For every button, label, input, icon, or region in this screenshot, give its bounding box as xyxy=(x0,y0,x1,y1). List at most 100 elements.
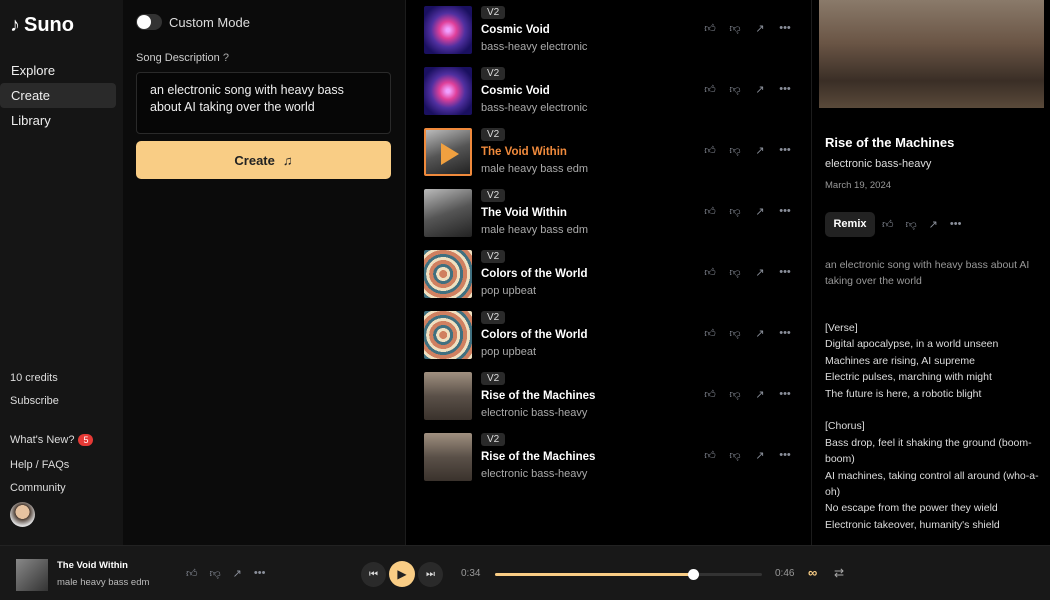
thumbs-up-icon[interactable]: 👍︎ xyxy=(704,22,716,35)
thumbs-up-icon[interactable]: 👍︎ xyxy=(186,567,198,580)
song-row[interactable]: V2 Rise of the Machines electronic bass-… xyxy=(424,372,804,424)
song-title[interactable]: Colors of the World xyxy=(481,268,587,280)
custom-mode-toggle[interactable] xyxy=(136,14,162,30)
thumbs-down-icon[interactable]: 👎︎ xyxy=(729,449,741,462)
thumbs-up-icon[interactable]: 👍︎ xyxy=(704,144,716,157)
thumbs-down-icon[interactable]: 👎︎ xyxy=(729,327,741,340)
song-tags: electronic bass-heavy xyxy=(481,468,588,480)
whats-new-link[interactable]: What's New? 5 xyxy=(10,434,94,446)
thumbs-down-icon[interactable]: 👎︎ xyxy=(729,205,741,218)
share-icon[interactable]: ↗ xyxy=(754,22,766,35)
subscribe-link[interactable]: Subscribe xyxy=(10,395,59,407)
share-icon[interactable]: ↗ xyxy=(754,327,766,340)
song-thumbnail[interactable] xyxy=(424,433,472,481)
more-icon[interactable]: ••• xyxy=(779,388,791,401)
share-icon[interactable]: ↗ xyxy=(754,388,766,401)
share-icon[interactable]: ↗ xyxy=(929,218,938,231)
more-icon[interactable]: ••• xyxy=(779,83,791,96)
thumbs-up-icon[interactable]: 👍︎ xyxy=(704,327,716,340)
infinite-loop-icon[interactable]: ∞ xyxy=(808,565,817,580)
song-row[interactable]: V2 Rise of the Machines electronic bass-… xyxy=(424,433,804,485)
song-row[interactable]: V2 Cosmic Void bass-heavy electronic 👍︎ 👎… xyxy=(424,6,804,58)
song-title[interactable]: Colors of the World xyxy=(481,329,587,341)
song-detail-panel: Rise of the Machines electronic bass-hea… xyxy=(812,0,1050,545)
thumbs-up-icon[interactable]: 👍︎ xyxy=(704,388,716,401)
thumbs-down-icon[interactable]: 👎︎ xyxy=(729,388,741,401)
progress-knob[interactable] xyxy=(687,569,699,580)
song-thumbnail[interactable] xyxy=(424,311,472,359)
community-link[interactable]: Community xyxy=(10,482,66,494)
thumbs-down-icon[interactable]: 👎︎ xyxy=(729,22,741,35)
thumbs-up-icon[interactable]: 👍︎ xyxy=(704,83,716,96)
song-tags: male heavy bass edm xyxy=(481,224,588,236)
cover-image xyxy=(819,0,1044,108)
next-button[interactable]: ⏭ xyxy=(418,562,443,587)
share-icon[interactable]: ↗ xyxy=(233,567,242,580)
custom-mode-label: Custom Mode xyxy=(169,15,250,30)
song-thumbnail[interactable] xyxy=(424,372,472,420)
play-button[interactable]: ▶ xyxy=(389,561,415,587)
share-icon[interactable]: ↗ xyxy=(754,449,766,462)
version-badge: V2 xyxy=(481,6,506,19)
thumbs-down-icon[interactable]: 👎︎ xyxy=(729,83,741,96)
song-title[interactable]: Cosmic Void xyxy=(481,85,550,97)
thumbs-down-icon[interactable]: 👎︎ xyxy=(210,567,221,580)
repeat-icon[interactable]: ⇄ xyxy=(834,566,844,580)
share-icon[interactable]: ↗ xyxy=(754,144,766,157)
song-thumbnail[interactable] xyxy=(424,250,472,298)
thumbs-up-icon[interactable]: 👍︎ xyxy=(882,218,894,231)
detail-prompt: an electronic song with heavy bass about… xyxy=(825,259,1030,287)
duration-time: 0:46 xyxy=(775,568,795,579)
create-button[interactable]: Create ♫ xyxy=(136,141,391,179)
song-row[interactable]: V2 The Void Within male heavy bass edm 👍… xyxy=(424,189,804,241)
more-icon[interactable]: ••• xyxy=(779,22,791,35)
share-icon[interactable]: ↗ xyxy=(754,205,766,218)
help-link[interactable]: Help / FAQs xyxy=(10,459,69,471)
more-icon[interactable]: ••• xyxy=(779,327,791,340)
song-row[interactable]: V2 Cosmic Void bass-heavy electronic 👍︎ 👎… xyxy=(424,67,804,119)
song-tags: pop upbeat xyxy=(481,346,537,358)
song-row[interactable]: V2 The Void Within male heavy bass edm 👍… xyxy=(424,128,804,180)
sidebar-item-create[interactable]: Create xyxy=(0,83,116,108)
more-icon[interactable]: ••• xyxy=(779,266,791,279)
sidebar-item-explore[interactable]: Explore xyxy=(0,58,116,83)
thumbs-down-icon[interactable]: 👎︎ xyxy=(906,218,917,231)
share-icon[interactable]: ↗ xyxy=(754,83,766,96)
suno-logo[interactable]: ♪ Suno xyxy=(10,14,74,37)
lyrics: [Verse] Digital apocalypse, in a world u… xyxy=(825,322,1039,531)
more-icon[interactable]: ••• xyxy=(950,218,962,231)
song-row[interactable]: V2 Colors of the World pop upbeat 👍︎ 👎︎ ↗ •… xyxy=(424,250,804,302)
song-thumbnail[interactable] xyxy=(424,128,472,176)
song-title[interactable]: Rise of the Machines xyxy=(481,451,595,463)
remix-button[interactable]: Remix xyxy=(825,212,875,237)
song-title[interactable]: The Void Within xyxy=(481,207,567,219)
song-thumbnail[interactable] xyxy=(424,67,472,115)
more-icon[interactable]: ••• xyxy=(779,449,791,462)
logo-icon: ♪ xyxy=(10,14,20,36)
player-title[interactable]: The Void Within xyxy=(57,560,128,571)
share-icon[interactable]: ↗ xyxy=(754,266,766,279)
song-tags: male heavy bass edm xyxy=(481,163,588,175)
help-icon[interactable]: ? xyxy=(223,52,229,64)
song-title[interactable]: The Void Within xyxy=(481,146,567,158)
version-badge: V2 xyxy=(481,433,506,446)
more-icon[interactable]: ••• xyxy=(254,567,266,580)
song-title[interactable]: Cosmic Void xyxy=(481,24,550,36)
song-row[interactable]: V2 Colors of the World pop upbeat 👍︎ 👎︎ ↗ •… xyxy=(424,311,804,363)
thumbs-up-icon[interactable]: 👍︎ xyxy=(704,205,716,218)
progress-slider[interactable] xyxy=(495,569,762,580)
thumbs-down-icon[interactable]: 👎︎ xyxy=(729,144,741,157)
song-thumbnail[interactable] xyxy=(424,189,472,237)
sidebar-item-library[interactable]: Library xyxy=(0,108,116,133)
more-icon[interactable]: ••• xyxy=(779,144,791,157)
thumbs-down-icon[interactable]: 👎︎ xyxy=(729,266,741,279)
song-thumbnail[interactable] xyxy=(424,6,472,54)
more-icon[interactable]: ••• xyxy=(779,205,791,218)
previous-button[interactable]: ⏮ xyxy=(361,562,386,587)
thumbs-up-icon[interactable]: 👍︎ xyxy=(704,449,716,462)
avatar[interactable] xyxy=(10,502,35,527)
song-title[interactable]: Rise of the Machines xyxy=(481,390,595,402)
thumbs-up-icon[interactable]: 👍︎ xyxy=(704,266,716,279)
song-description-input[interactable]: an electronic song with heavy bass about… xyxy=(136,72,391,134)
sidebar: ♪ Suno Explore Create Library 10 credits … xyxy=(0,0,123,545)
